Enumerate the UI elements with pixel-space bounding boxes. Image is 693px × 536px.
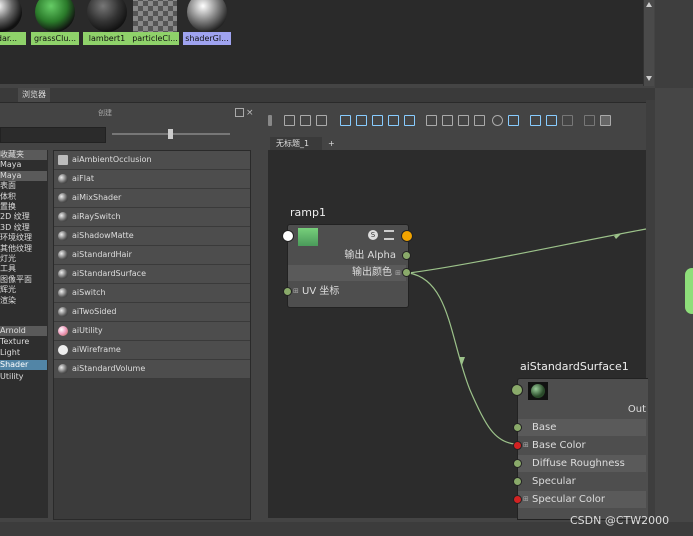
surface-node[interactable]: Out Base ⊞ Base Color Diffuse Roughness S… [517,378,648,520]
attr-label: Base Color [532,440,586,451]
shader-preview [528,382,548,400]
specular-color-port[interactable] [513,495,522,504]
output-alpha-port[interactable] [402,251,411,260]
sphere-icon [531,384,545,398]
node-title: aiStandardSurface1 [520,360,629,373]
output-color-port[interactable] [402,268,411,277]
expand-icon[interactable]: ⊞ [523,437,529,454]
ramp-node[interactable]: S 输出 Alpha 输出颜色 ⊞ ⊞ UV 坐标 [287,224,409,308]
attr-label: Specular [532,476,576,487]
attr-row: Specular [518,473,646,490]
output-port[interactable] [401,230,413,242]
port-row: ⊞ UV 坐标 [288,283,406,300]
input-port[interactable] [282,230,294,242]
attr-row: ⊞ Base Color [518,437,646,454]
port-label: UV 坐标 [302,286,340,297]
port-label: 输出颜色 [352,267,392,278]
base-color-port[interactable] [513,441,522,450]
connection-wire [408,228,647,274]
expand-icon[interactable]: ⊞ [523,491,529,508]
expand-icon[interactable]: ⊞ [395,265,401,281]
base-port[interactable] [513,423,522,432]
input-port[interactable] [511,384,523,396]
attr-row: Base [518,419,646,436]
watermark: CSDN @CTW2000 [570,514,670,527]
diffuse-roughness-port[interactable] [513,459,522,468]
uv-input-port[interactable] [283,287,292,296]
node-title: ramp1 [290,206,326,219]
settings-icon[interactable]: S [368,230,378,240]
attr-row: Diffuse Roughness [518,455,646,472]
menu-icon[interactable] [384,230,394,240]
attr-label: Base [532,422,557,433]
ramp-swatch [298,228,318,246]
attr-label: Specular Color [532,494,605,505]
attr-label: Diffuse Roughness [532,458,625,469]
specular-port[interactable] [513,477,522,486]
attr-row: ⊞ Specular Color [518,491,646,508]
expand-icon[interactable]: ⊞ [293,283,299,300]
port-label: Out [627,404,646,415]
port-label: 输出 Alpha [344,250,396,261]
port-row-selected: 输出颜色 ⊞ [288,265,406,281]
